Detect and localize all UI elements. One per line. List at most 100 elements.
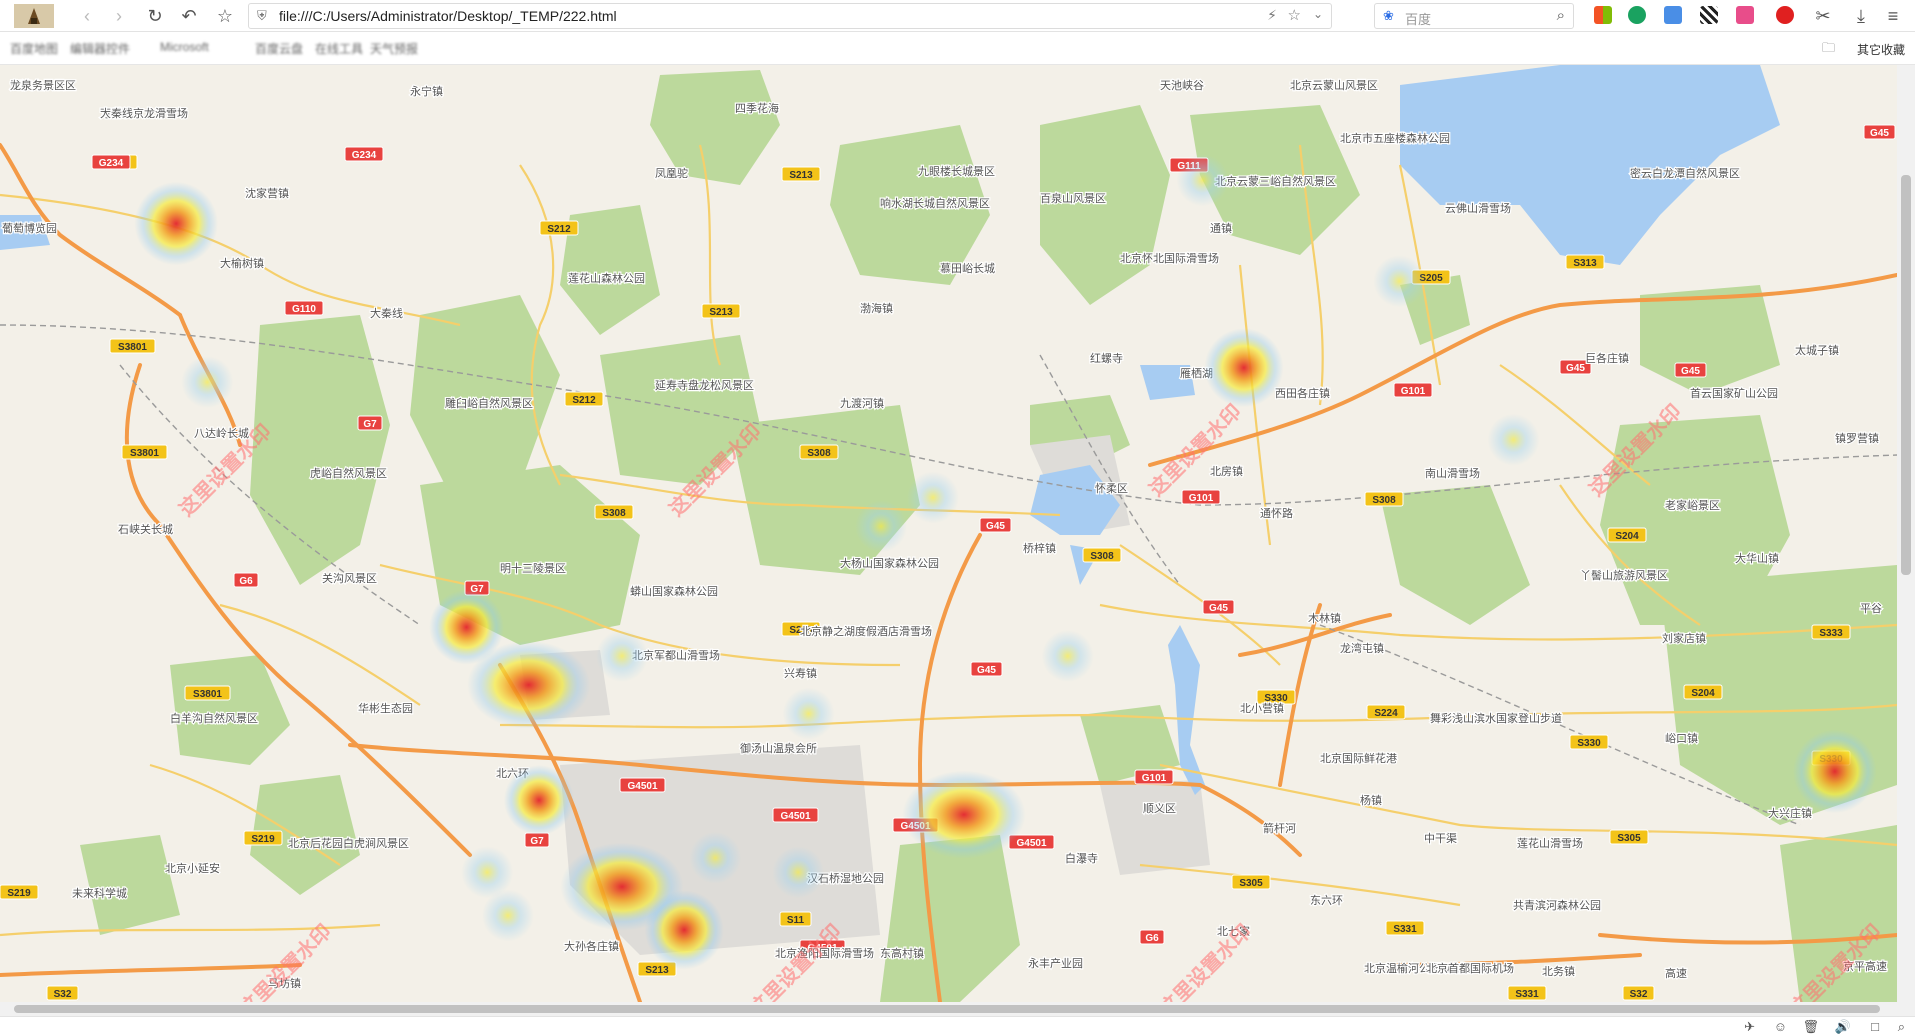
svg-text:S213: S213 xyxy=(645,965,669,976)
bookmark-item[interactable]: 编辑器控件 xyxy=(70,40,130,57)
map-place-label: 永丰产业园 xyxy=(1028,956,1083,970)
svg-text:G45: G45 xyxy=(977,665,996,676)
qrcode-ext-icon[interactable] xyxy=(1700,6,1718,24)
other-bookmarks[interactable]: 其它收藏 xyxy=(1857,41,1905,58)
menu-icon[interactable]: ≡ xyxy=(1880,3,1906,29)
trash-icon[interactable]: 🗑 xyxy=(1802,1019,1819,1035)
svg-text:G45: G45 xyxy=(1870,128,1889,139)
map-place-label: 北务镇 xyxy=(1542,964,1575,978)
svg-text:G6: G6 xyxy=(239,576,253,587)
back-button[interactable]: ‹ xyxy=(74,3,100,29)
search-placeholder: 百度 xyxy=(1405,12,1432,27)
road-shield: S313 xyxy=(1565,254,1605,270)
map-place-label: 北京国际鲜花港 xyxy=(1320,751,1397,765)
map-place-label: 共青滨河森林公园 xyxy=(1513,898,1601,912)
svg-text:S224: S224 xyxy=(1374,708,1398,719)
heatmap-point xyxy=(689,831,742,884)
map-place-label: 老家峪景区 xyxy=(1665,498,1720,512)
map-place-label: 平谷 xyxy=(1860,602,1882,615)
horizontal-scroll-thumb[interactable] xyxy=(14,1005,1880,1013)
map-place-label: 永宁镇 xyxy=(410,84,443,98)
map-place-label: 通怀路 xyxy=(1260,507,1293,520)
scissors-icon[interactable]: ✂ xyxy=(1808,3,1838,29)
lightning-icon[interactable]: ⚡ xyxy=(1267,7,1277,24)
green-ext-icon[interactable] xyxy=(1628,6,1646,24)
vertical-scroll-thumb[interactable] xyxy=(1901,175,1911,575)
road-shield: S11 xyxy=(779,911,812,927)
road-shield: G101 xyxy=(1393,382,1433,398)
search-box[interactable]: ❀ 百度 ⌕ xyxy=(1374,3,1574,29)
svg-text:G6: G6 xyxy=(1145,933,1159,944)
map-place-label: 北京市五座楼森林公园 xyxy=(1340,131,1450,145)
horizontal-scrollbar[interactable] xyxy=(0,1002,1915,1016)
chevron-down-icon[interactable]: ⌄ xyxy=(1313,7,1323,21)
map-place-label: 白瀑寺 xyxy=(1065,851,1098,865)
favorite-star-icon[interactable]: ☆ xyxy=(212,3,238,29)
map-place-label: 响水湖长城自然风景区 xyxy=(880,196,990,210)
road-shield: S204 xyxy=(1683,684,1723,700)
search-icon[interactable]: ⌕ xyxy=(1557,7,1565,24)
speaker-icon[interactable]: 🔊 xyxy=(1835,1019,1851,1035)
road-shield: G45 xyxy=(1863,124,1896,140)
bookmark-star-icon[interactable]: ☆ xyxy=(1288,6,1301,24)
bookmark-item[interactable]: 在线工具 xyxy=(315,40,363,57)
bookmarks-bar: 百度地图 编辑器控件 Microsoft 百度云盘 在线工具 天气预报 🗀 其它… xyxy=(0,32,1915,65)
plane-icon[interactable]: ✈ xyxy=(1744,1019,1755,1035)
bookmark-item[interactable]: 百度云盘 xyxy=(255,40,303,57)
app-logo-icon[interactable] xyxy=(6,3,62,29)
screenshot-ext-icon[interactable] xyxy=(1664,6,1682,24)
forward-button[interactable]: › xyxy=(106,3,132,29)
adblock-ext-icon[interactable] xyxy=(1776,6,1794,24)
road-shield: S331 xyxy=(1385,920,1425,936)
window-icon[interactable]: □ xyxy=(1871,1019,1879,1034)
svg-text:S204: S204 xyxy=(1615,531,1639,542)
map-place-label: 华彬生态园 xyxy=(358,701,413,715)
svg-text:S313: S313 xyxy=(1573,258,1597,269)
road-shield: S3801 xyxy=(109,338,156,354)
windows-ext-icon[interactable] xyxy=(1594,6,1612,24)
baidu-paw-icon: ❀ xyxy=(1383,8,1394,23)
heatmap-point xyxy=(1041,630,1094,682)
svg-text:S11: S11 xyxy=(787,915,805,926)
map-place-label: 兴寿镇 xyxy=(784,666,817,680)
heatmap-point xyxy=(782,687,835,740)
svg-text:S213: S213 xyxy=(789,170,813,181)
map-canvas[interactable]: S3801G234G111G45S213S212G110S3801S213G45… xyxy=(0,65,1897,1002)
map-place-label: 莲花山森林公园 xyxy=(568,271,645,285)
map-place-label: 杨镇 xyxy=(1360,793,1382,807)
vertical-scrollbar[interactable] xyxy=(1897,65,1915,1002)
map-place-label: 沈家营镇 xyxy=(245,186,289,200)
heatmap-point xyxy=(1204,328,1284,408)
map-place-label: 北京怀北国际滑雪场 xyxy=(1120,251,1219,265)
bookmark-item[interactable]: 百度地图 xyxy=(10,40,58,57)
reload-icon[interactable]: ↻ xyxy=(142,3,168,29)
map-place-label: 未来科学城 xyxy=(72,886,127,900)
svg-text:S32: S32 xyxy=(1630,989,1648,1000)
address-text[interactable]: file:///C:/Users/Administrator/Desktop/_… xyxy=(279,8,617,24)
map-place-label: 太城子镇 xyxy=(1795,343,1839,357)
road-shield: G101 xyxy=(1134,769,1174,785)
map-place-label: 龙泉务景区 xyxy=(10,78,65,92)
address-bar[interactable]: ⛨ file:///C:/Users/Administrator/Desktop… xyxy=(248,3,1332,29)
map-place-label: 桥梓镇 xyxy=(1023,541,1056,555)
pink-ext-icon[interactable] xyxy=(1736,6,1754,24)
map-place-label: 怀柔区 xyxy=(1095,482,1128,495)
map-place-label: 红螺寺 xyxy=(1090,352,1123,365)
svg-text:G101: G101 xyxy=(1142,773,1167,784)
bookmark-item[interactable]: Microsoft xyxy=(160,40,209,54)
map-place-label: 北房镇 xyxy=(1210,464,1243,478)
undo-icon[interactable]: ↶ xyxy=(176,3,202,29)
download-icon[interactable]: ⤓ xyxy=(1848,3,1874,29)
road-shield: G4501 xyxy=(772,807,819,823)
svg-text:G45: G45 xyxy=(1209,603,1228,614)
road-shield: G45 xyxy=(970,661,1003,677)
map-svg[interactable]: S3801G234G111G45S213S212G110S3801S213G45… xyxy=(0,65,1897,1002)
zoom-icon[interactable]: ⌕ xyxy=(1898,1019,1905,1035)
road-shield: G110 xyxy=(284,300,324,316)
mask-icon[interactable]: ☺ xyxy=(1774,1019,1787,1034)
map-place-label: 延寿寺盘龙松风景区 xyxy=(655,378,754,392)
bookmark-item[interactable]: 天气预报 xyxy=(370,40,418,57)
svg-text:S308: S308 xyxy=(807,448,831,459)
svg-text:G101: G101 xyxy=(1401,386,1426,397)
road-shield: G234 xyxy=(344,146,384,162)
